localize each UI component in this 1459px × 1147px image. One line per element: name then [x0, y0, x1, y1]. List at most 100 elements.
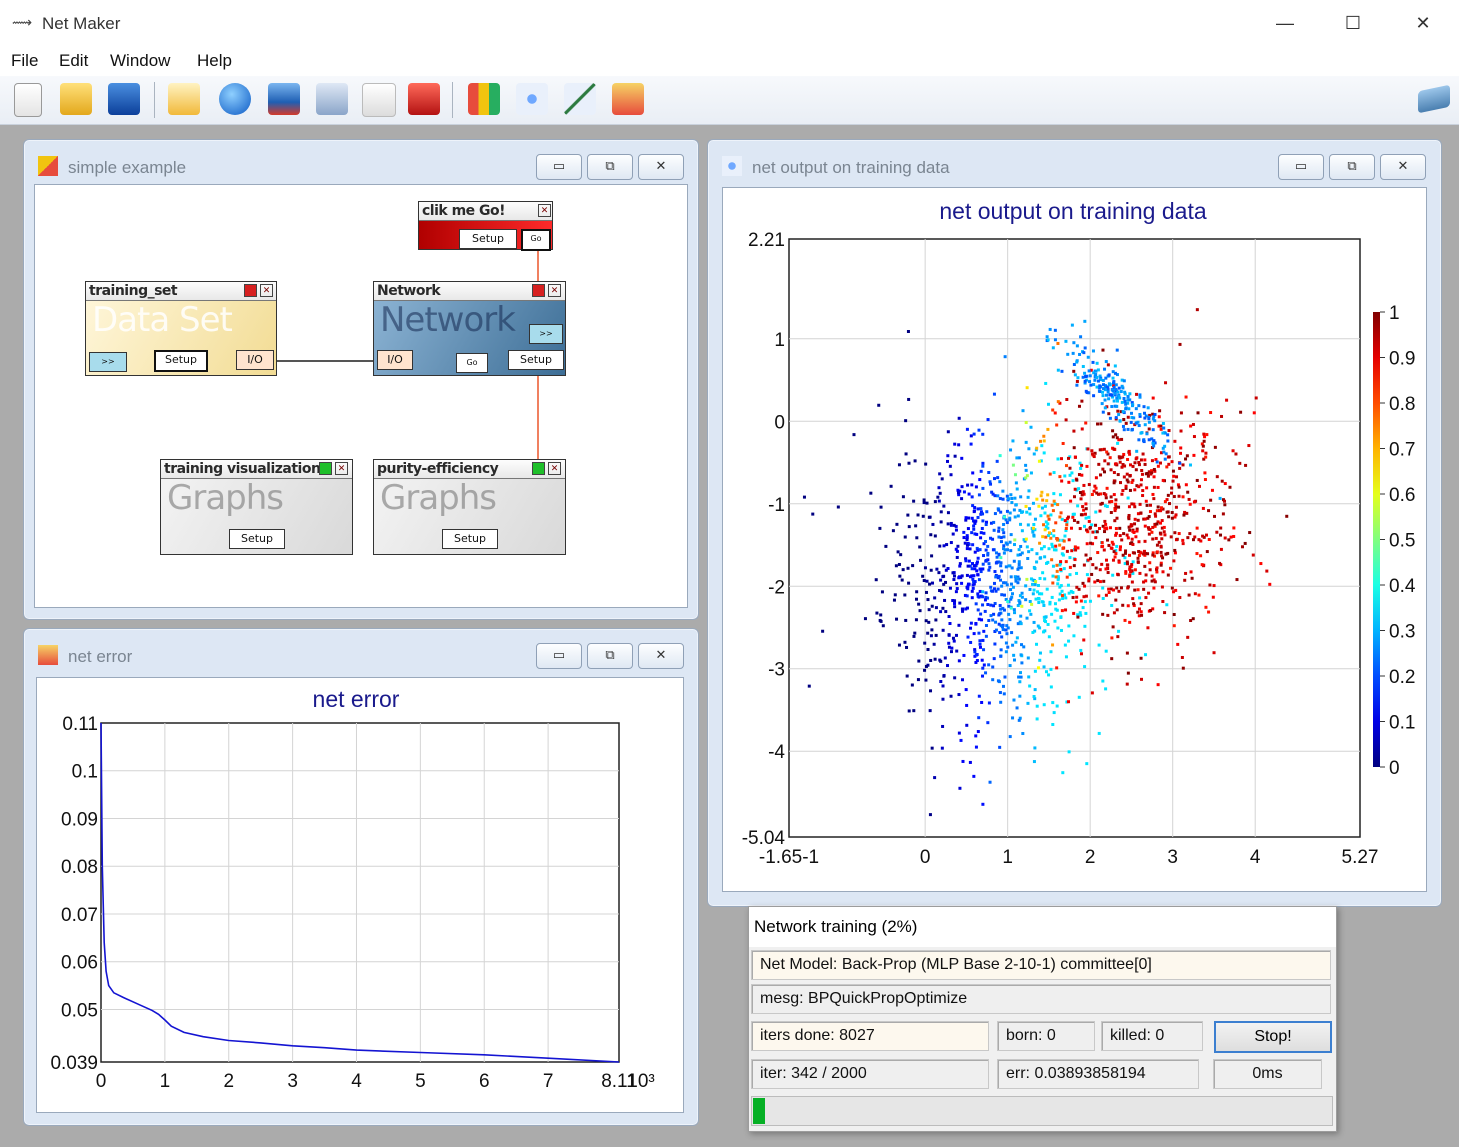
data-point — [1009, 606, 1013, 610]
data-point — [1044, 620, 1048, 624]
data-point — [1052, 471, 1056, 475]
data-point — [884, 544, 888, 548]
data-point — [1012, 658, 1016, 662]
data-point — [1227, 538, 1231, 542]
data-point — [1215, 530, 1219, 534]
data-point — [1004, 518, 1008, 522]
restore-button[interactable]: ⧉ — [1329, 154, 1375, 180]
data-point — [1040, 506, 1044, 510]
data-point — [967, 559, 971, 563]
data-point — [999, 700, 1003, 704]
data-point — [1176, 642, 1180, 646]
data-point — [1151, 553, 1155, 557]
data-point — [1148, 568, 1152, 572]
setup-button[interactable]: Setup — [508, 350, 564, 370]
close-button[interactable]: ✕ — [1380, 154, 1426, 180]
data-point — [1116, 409, 1120, 413]
data-point — [954, 633, 958, 637]
data-point — [1029, 425, 1033, 429]
data-point — [1131, 542, 1135, 546]
data-point — [1046, 534, 1050, 538]
go-button[interactable]: Go — [456, 353, 488, 373]
data-point — [979, 531, 983, 535]
data-point — [996, 587, 1000, 591]
time-field: 0ms — [1213, 1059, 1322, 1089]
scatter-icon — [722, 156, 742, 176]
data-point — [1111, 389, 1115, 393]
data-point — [1064, 464, 1068, 468]
close-icon[interactable]: ✕ — [538, 204, 551, 217]
data-point — [1128, 474, 1132, 478]
io-button[interactable]: I/O — [377, 350, 413, 370]
data-point — [896, 550, 900, 554]
data-point — [939, 610, 943, 614]
purity-efficiency-node[interactable]: purity-efficiency ✕ Graphs Setup — [373, 459, 566, 555]
data-point — [1158, 531, 1162, 535]
io-button[interactable]: I/O — [236, 350, 274, 370]
data-point — [912, 709, 916, 713]
minimize-button[interactable]: ▭ — [1278, 154, 1324, 180]
data-point — [1024, 598, 1028, 602]
data-point — [967, 492, 971, 496]
data-point — [1001, 628, 1005, 632]
setup-button[interactable]: Setup — [229, 529, 285, 549]
data-point — [1028, 609, 1032, 613]
data-point — [925, 590, 929, 594]
data-point — [1038, 576, 1042, 580]
network-node[interactable]: Network ✕ Network >> I/O Go Setup — [373, 281, 566, 376]
data-point — [1009, 588, 1013, 592]
data-point — [1248, 531, 1252, 535]
go-button[interactable]: Go — [521, 229, 551, 251]
data-point — [1235, 578, 1239, 582]
data-point — [1011, 643, 1015, 647]
data-point — [1111, 625, 1115, 629]
close-icon[interactable]: ✕ — [548, 462, 561, 475]
minimize-button[interactable]: ▭ — [536, 643, 582, 669]
go-node[interactable]: clik me Go! ✕ Setup Go — [418, 201, 553, 251]
data-point — [1040, 490, 1044, 494]
data-point — [1089, 557, 1093, 561]
stop-button[interactable]: Stop! — [1214, 1021, 1332, 1053]
data-point — [1101, 394, 1105, 398]
data-point — [1054, 544, 1058, 548]
data-point — [821, 629, 825, 633]
data-point — [917, 659, 921, 663]
data-point — [1079, 490, 1083, 494]
data-point — [1020, 661, 1024, 665]
data-point — [1148, 503, 1152, 507]
data-point — [1172, 590, 1176, 594]
setup-button[interactable]: Setup — [442, 529, 498, 549]
arrow-button[interactable]: >> — [529, 324, 563, 344]
data-point — [1079, 335, 1083, 339]
data-point — [1030, 602, 1034, 606]
data-point — [997, 535, 1001, 539]
data-point — [1109, 495, 1113, 499]
data-point — [1103, 398, 1107, 402]
close-icon[interactable]: ✕ — [548, 284, 561, 297]
data-point — [1088, 599, 1092, 603]
data-point — [1118, 534, 1122, 538]
chart-title: net output on training data — [939, 198, 1206, 224]
data-point — [1170, 460, 1174, 464]
arrow-button[interactable]: >> — [89, 352, 127, 372]
data-point — [947, 633, 951, 637]
close-icon[interactable]: ✕ — [260, 284, 273, 297]
restore-button[interactable]: ⧉ — [587, 643, 633, 669]
training-set-node[interactable]: training_set ✕ Data Set >> Setup I/O — [85, 281, 277, 376]
data-point — [969, 626, 973, 630]
setup-button[interactable]: Setup — [459, 229, 517, 249]
data-point — [966, 483, 970, 487]
data-point — [1101, 596, 1105, 600]
data-point — [1220, 479, 1224, 483]
close-icon[interactable]: ✕ — [335, 462, 348, 475]
data-point — [1199, 554, 1203, 558]
training-visualization-node[interactable]: training visualization ✕ Graphs Setup — [160, 459, 353, 555]
data-point — [1000, 635, 1004, 639]
close-button[interactable]: ✕ — [638, 643, 684, 669]
setup-button[interactable]: Setup — [154, 350, 208, 372]
data-point — [1083, 319, 1087, 323]
data-point — [1122, 396, 1126, 400]
data-point — [984, 671, 988, 675]
data-point — [1025, 510, 1029, 514]
data-point — [1141, 552, 1145, 556]
